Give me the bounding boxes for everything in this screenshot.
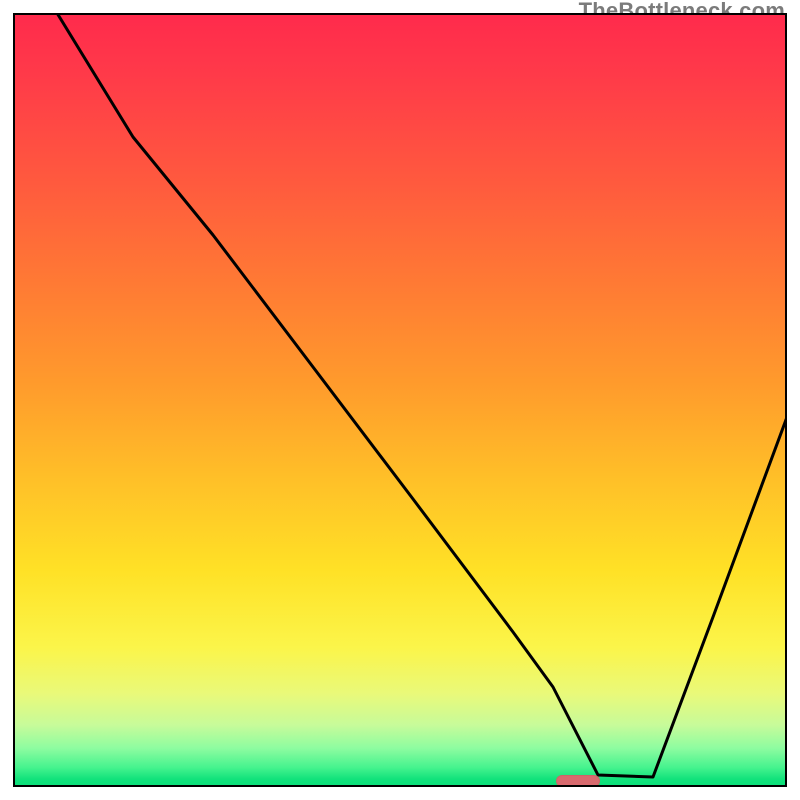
chart-frame [13, 13, 787, 787]
chart-background-gradient [13, 13, 787, 787]
